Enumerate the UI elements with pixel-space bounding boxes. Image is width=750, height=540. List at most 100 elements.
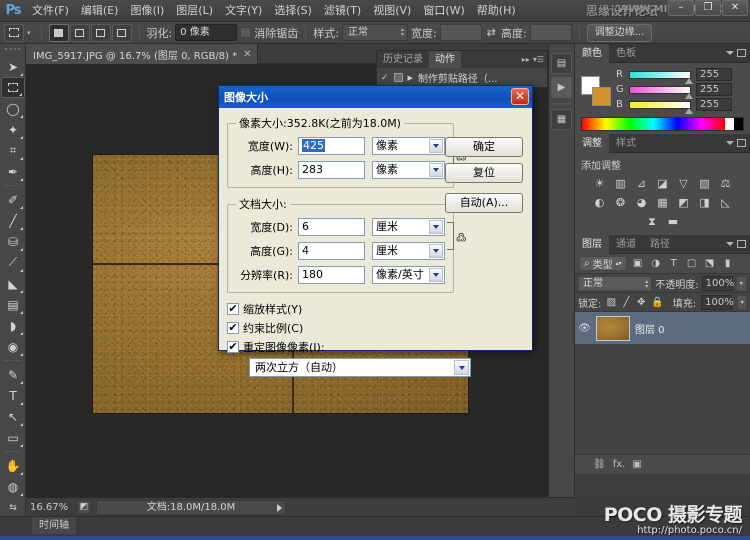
- layers-panel-menu[interactable]: [726, 240, 746, 248]
- tab-channels[interactable]: 通道: [609, 235, 643, 254]
- pixel-height-input[interactable]: 283: [298, 161, 365, 179]
- scale-styles-checkbox[interactable]: ✔: [227, 303, 239, 315]
- adjustments-panel-menu-icon[interactable]: [726, 141, 734, 145]
- action-enabled-icon[interactable]: ✓: [381, 73, 389, 83]
- menu-select[interactable]: 选择(S): [268, 0, 318, 22]
- shape-filter-icon[interactable]: ▢: [685, 256, 699, 271]
- gradient-map-icon[interactable]: ▬: [665, 214, 681, 229]
- tab-layers[interactable]: 图层: [575, 235, 609, 254]
- style-select[interactable]: 正常 ▴▾: [342, 24, 408, 41]
- status-expand-icon[interactable]: [277, 504, 282, 512]
- menu-image[interactable]: 图像(I): [124, 0, 170, 22]
- type-filter-icon[interactable]: T: [667, 256, 681, 271]
- resolution-unit-select[interactable]: 像素/英寸: [372, 266, 445, 284]
- layer-filter-type-select[interactable]: ⌕ 类型 ▴▾: [579, 256, 627, 271]
- menu-filter[interactable]: 滤镜(T): [318, 0, 367, 22]
- selective-color-icon[interactable]: ⧗: [644, 214, 660, 229]
- pixel-height-unit-select[interactable]: 像素: [372, 161, 445, 179]
- lock-position-icon[interactable]: ✥: [636, 295, 646, 310]
- channel-mixer-icon[interactable]: ◕: [634, 195, 650, 210]
- menu-layer[interactable]: 图层(L): [170, 0, 219, 22]
- minimize-button[interactable]: –: [668, 0, 694, 16]
- adjustments-panel-collapse-icon[interactable]: [737, 139, 746, 147]
- fill-input[interactable]: 100%: [701, 295, 732, 310]
- opacity-chevron-icon[interactable]: ▾: [736, 276, 747, 291]
- tab-adjustments[interactable]: 调整: [575, 134, 609, 153]
- color-balance-icon[interactable]: ⚖: [718, 176, 734, 191]
- brightness-contrast-icon[interactable]: ☀: [592, 176, 608, 191]
- color-panel-swatches[interactable]: [581, 76, 611, 106]
- menu-help[interactable]: 帮助(H): [471, 0, 522, 22]
- blend-mode-select[interactable]: 正常 ▴▾: [578, 276, 652, 291]
- blur-tool[interactable]: ◗: [1, 315, 25, 336]
- lock-all-icon[interactable]: 🔒: [651, 295, 663, 310]
- resample-image-row[interactable]: ✔ 重定图像像素(I):: [227, 339, 524, 355]
- vibrance-icon[interactable]: ▽: [676, 176, 692, 191]
- play-icon[interactable]: ▶: [551, 77, 572, 98]
- constrain-proportions-checkbox[interactable]: ✔: [227, 322, 239, 334]
- history-actions-icon[interactable]: ▤: [551, 53, 572, 74]
- adjustment-filter-icon[interactable]: ◑: [649, 256, 663, 271]
- layer-style-icon[interactable]: fx.: [613, 459, 626, 470]
- doc-width-unit-select[interactable]: 厘米: [372, 218, 445, 236]
- eraser-tool[interactable]: ◣: [1, 273, 25, 294]
- swap-colors-icon[interactable]: ⇆: [1, 497, 25, 518]
- filter-toggle-switch[interactable]: ▮: [721, 256, 735, 271]
- rectangular-marquee-tool[interactable]: [1, 77, 25, 98]
- menu-edit[interactable]: 编辑(E): [75, 0, 125, 22]
- curves-icon[interactable]: ⊿: [634, 176, 650, 191]
- eyedropper-tool[interactable]: ✒: [1, 161, 25, 182]
- action-dialog-toggle-icon[interactable]: [394, 73, 403, 82]
- black-white-icon[interactable]: ◐: [592, 195, 608, 210]
- action-expand-icon[interactable]: ▶: [408, 74, 413, 82]
- tab-history[interactable]: 历史记录: [377, 51, 429, 68]
- zoom-level-input[interactable]: 16.67%: [30, 502, 72, 513]
- doc-width-input[interactable]: 6: [298, 218, 365, 236]
- doc-height-unit-select[interactable]: 厘米: [372, 242, 445, 260]
- invert-icon[interactable]: ◩: [676, 195, 692, 210]
- document-info-icon[interactable]: ◩: [77, 500, 91, 514]
- height-input[interactable]: [530, 24, 572, 41]
- smart-object-filter-icon[interactable]: ⬔: [703, 256, 717, 271]
- channel-slider-r[interactable]: [629, 71, 691, 79]
- subtract-selection-button[interactable]: [91, 24, 111, 42]
- add-mask-icon[interactable]: ▣: [632, 459, 641, 470]
- color-panel-menu[interactable]: [726, 49, 746, 57]
- type-tool[interactable]: T: [1, 385, 25, 406]
- fill-chevron-icon[interactable]: ▾: [737, 295, 747, 310]
- pixel-width-input[interactable]: 425: [298, 137, 365, 155]
- collapse-icon[interactable]: ▸▸: [522, 55, 530, 64]
- color-panel-menu-icon[interactable]: [726, 51, 734, 55]
- image-size-dialog[interactable]: 图像大小 ✕ 像素大小:352.8K(之前为18.0M) 宽度(W): 425 …: [218, 85, 533, 351]
- antialias-checkbox[interactable]: [240, 27, 251, 38]
- tab-timeline[interactable]: 时间轴: [32, 517, 76, 534]
- pixel-filter-icon[interactable]: ▣: [631, 256, 645, 271]
- resample-method-select[interactable]: 两次立方（自动）: [249, 358, 471, 377]
- history-brush-tool[interactable]: ⟋: [1, 252, 25, 273]
- crop-tool[interactable]: ⌗: [1, 140, 25, 161]
- resolution-input[interactable]: 180: [298, 266, 365, 284]
- lock-transparency-icon[interactable]: ▨: [606, 295, 616, 310]
- menu-file[interactable]: 文件(F): [26, 0, 75, 22]
- healing-brush-tool[interactable]: ✐: [1, 189, 25, 210]
- tab-color[interactable]: 颜色: [575, 44, 609, 63]
- tab-actions[interactable]: 动作: [429, 51, 461, 68]
- quick-selection-tool[interactable]: ✦: [1, 119, 25, 140]
- color-lookup-icon[interactable]: ▦: [655, 195, 671, 210]
- threshold-icon[interactable]: ◺: [718, 195, 734, 210]
- menu-window[interactable]: 窗口(W): [417, 0, 470, 22]
- photo-filter-icon[interactable]: ❂: [613, 195, 629, 210]
- opacity-input[interactable]: 100%: [702, 276, 733, 291]
- layers-list-empty-area[interactable]: [575, 344, 750, 454]
- move-tool[interactable]: ➤: [1, 56, 25, 77]
- hand-tool[interactable]: ✋: [1, 455, 25, 476]
- layer-row[interactable]: 👁 图层 0: [575, 312, 750, 344]
- menu-view[interactable]: 视图(V): [367, 0, 417, 22]
- constrain-proportions-row[interactable]: ✔ 约束比例(C): [227, 320, 524, 336]
- doc-height-input[interactable]: 4: [298, 242, 365, 260]
- new-selection-button[interactable]: [49, 24, 69, 42]
- history-panel-menu[interactable]: ▸▸ ▾☰: [522, 55, 544, 64]
- channel-slider-b[interactable]: [629, 101, 691, 109]
- close-button[interactable]: ✕: [722, 0, 748, 16]
- color-panel-background-swatch[interactable]: [592, 87, 611, 106]
